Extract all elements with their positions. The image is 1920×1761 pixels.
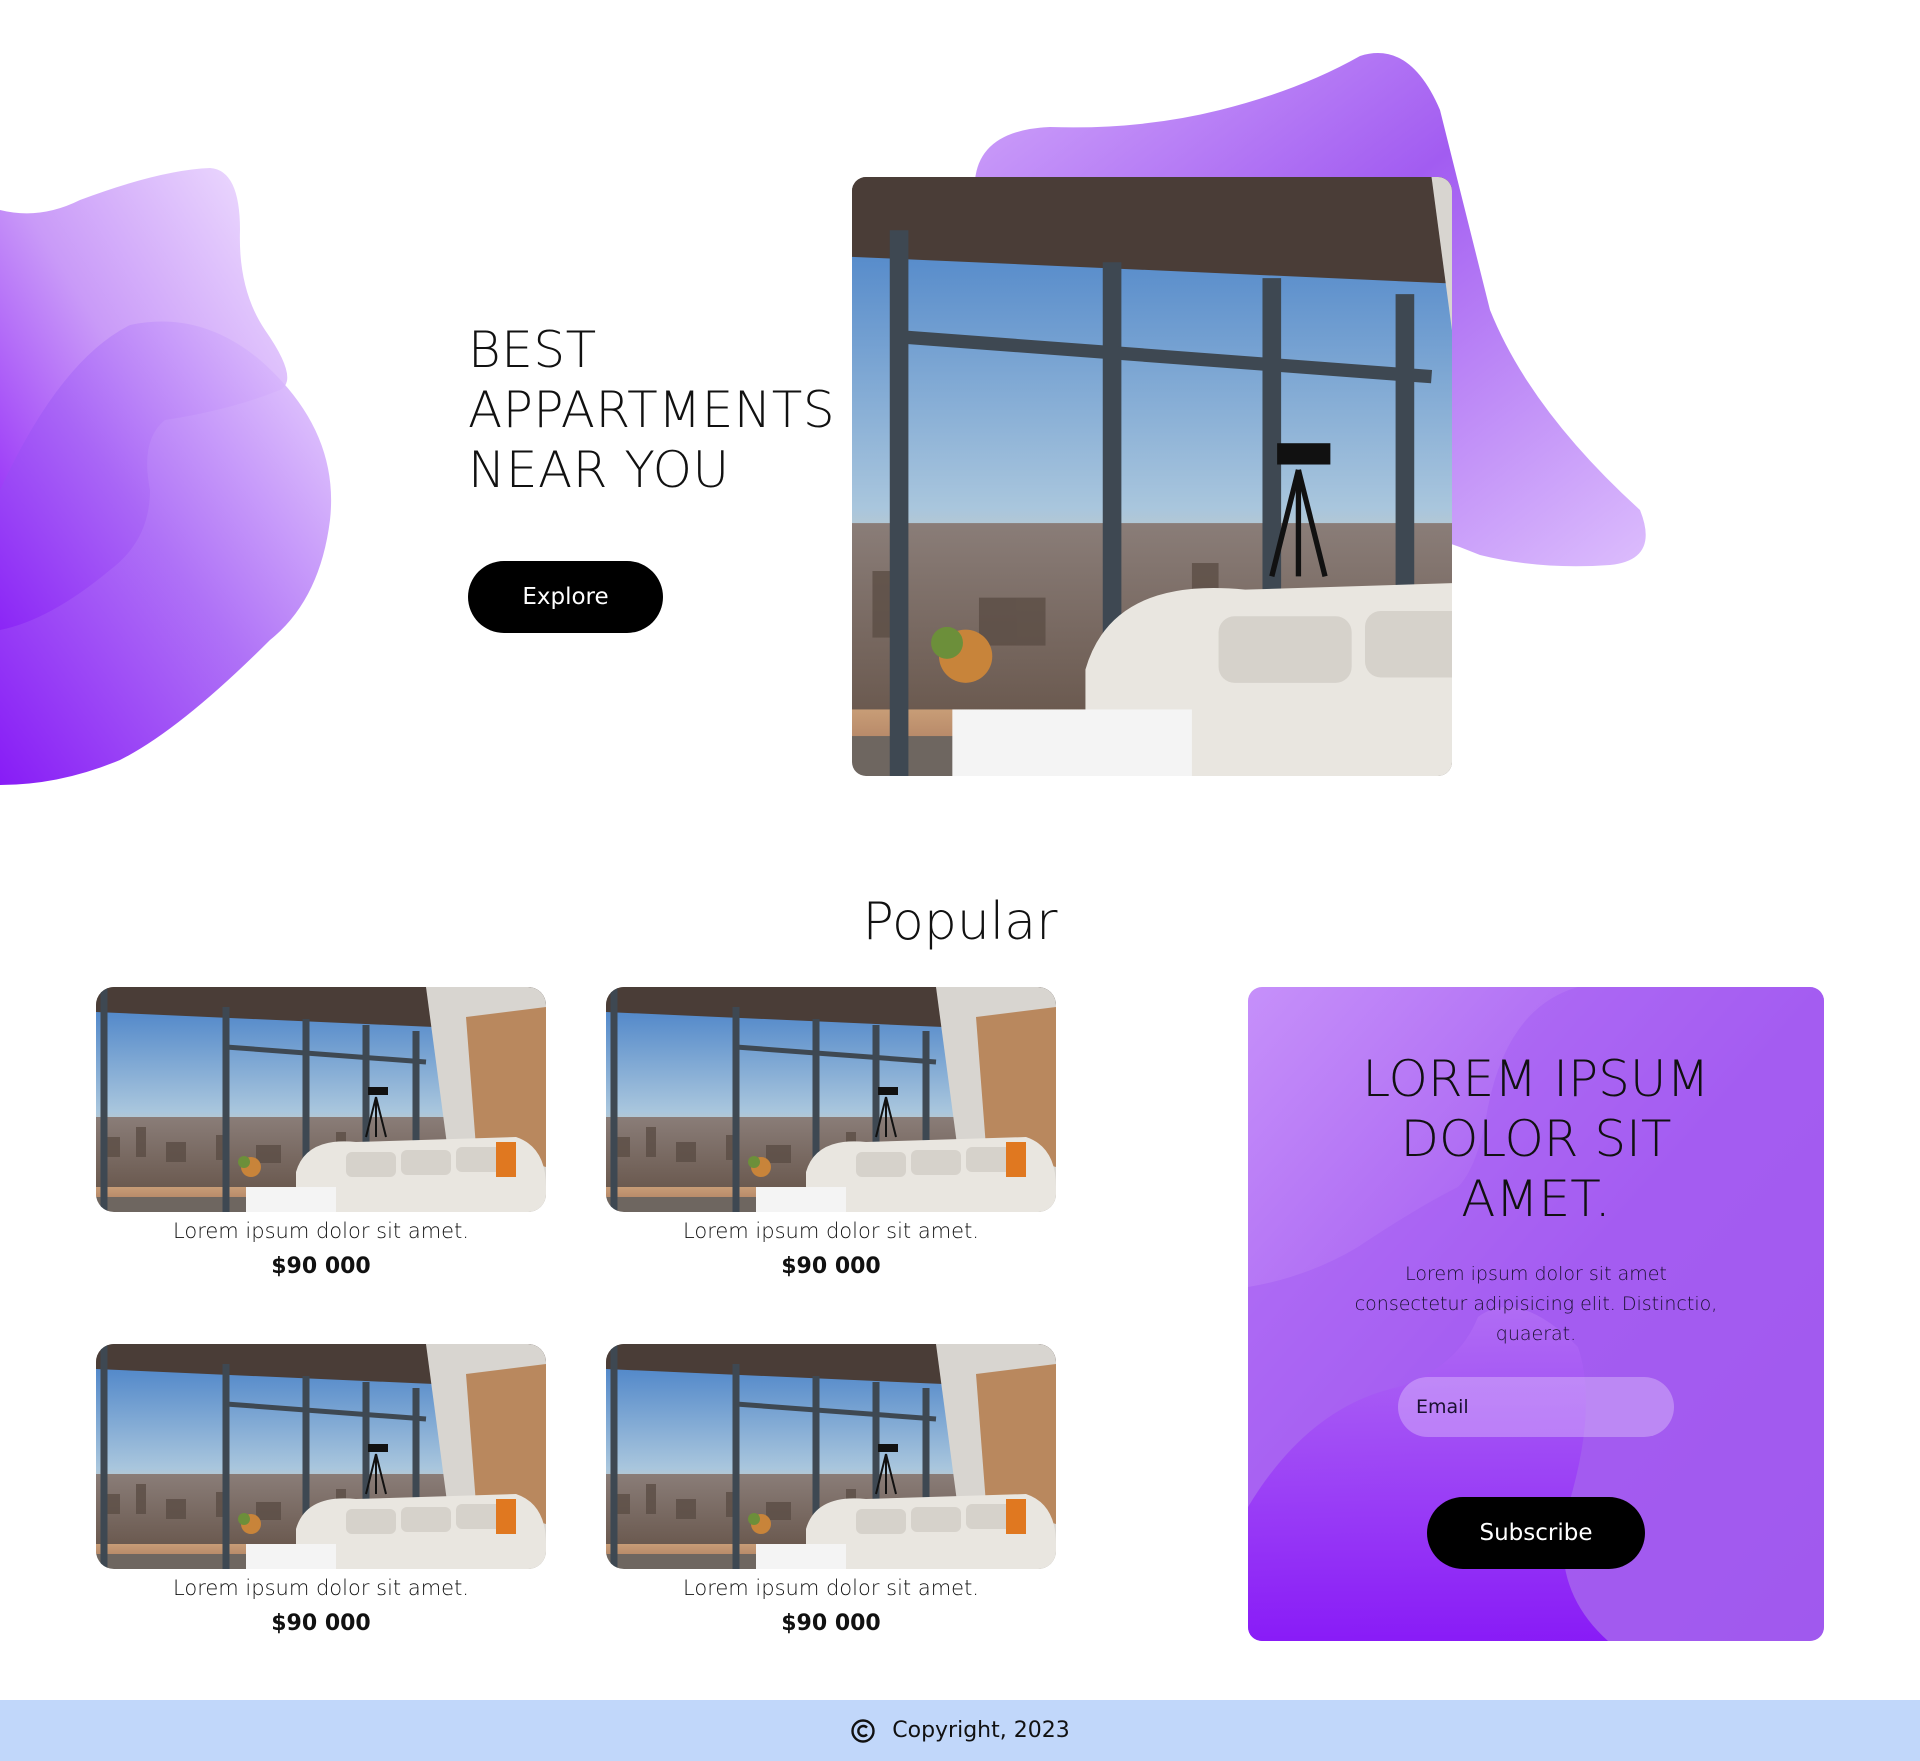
hero-title-line: BEST bbox=[468, 321, 597, 379]
explore-button[interactable]: Explore bbox=[468, 561, 663, 633]
listing-price: $90 000 bbox=[271, 1611, 371, 1636]
listing-card[interactable]: Lorem ipsum dolor sit amet. $90 000 bbox=[96, 1344, 546, 1637]
listing-price: $90 000 bbox=[271, 1254, 371, 1279]
subscribe-title-line: LOREM IPSUM bbox=[1362, 1050, 1710, 1108]
listing-card[interactable]: Lorem ipsum dolor sit amet. $90 000 bbox=[606, 987, 1056, 1280]
listing-image[interactable] bbox=[606, 987, 1056, 1212]
listing-image[interactable] bbox=[96, 1344, 546, 1569]
listing-name: Lorem ipsum dolor sit amet. bbox=[173, 1576, 469, 1600]
email-input[interactable] bbox=[1398, 1377, 1674, 1437]
subscribe-description: Lorem ipsum dolor sit amet consectetur a… bbox=[1354, 1263, 1718, 1345]
hero-title-line: APPARTMENTS bbox=[468, 381, 836, 439]
copyright-icon bbox=[851, 1718, 875, 1743]
decorative-blob-left bbox=[0, 160, 340, 790]
hero-title: BEST APPARTMENTS NEAR YOU bbox=[468, 320, 888, 500]
popular-section-title: Popular bbox=[862, 892, 1058, 952]
subscribe-panel: LOREM IPSUM DOLOR SIT AMET. Lorem ipsum … bbox=[1248, 987, 1824, 1641]
listing-name: Lorem ipsum dolor sit amet. bbox=[683, 1576, 979, 1600]
subscribe-title-line: AMET. bbox=[1461, 1170, 1611, 1228]
subscribe-title-line: DOLOR SIT bbox=[1400, 1110, 1672, 1168]
listing-card[interactable]: Lorem ipsum dolor sit amet. $90 000 bbox=[96, 987, 546, 1280]
subscribe-button[interactable]: Subscribe bbox=[1427, 1497, 1645, 1569]
listing-image[interactable] bbox=[606, 1344, 1056, 1569]
footer: Copyright, 2023 bbox=[0, 1700, 1920, 1761]
listing-price: $90 000 bbox=[781, 1254, 881, 1279]
hero-apartment-image bbox=[852, 177, 1452, 776]
copyright-text: Copyright, 2023 bbox=[892, 1718, 1070, 1743]
subscribe-title: LOREM IPSUM DOLOR SIT AMET. bbox=[1248, 1049, 1824, 1229]
listing-image[interactable] bbox=[96, 987, 546, 1212]
listing-card[interactable]: Lorem ipsum dolor sit amet. $90 000 bbox=[606, 1344, 1056, 1637]
listing-name: Lorem ipsum dolor sit amet. bbox=[173, 1219, 469, 1243]
hero-title-line: NEAR YOU bbox=[468, 441, 730, 499]
listing-name: Lorem ipsum dolor sit amet. bbox=[683, 1219, 979, 1243]
listing-price: $90 000 bbox=[781, 1611, 881, 1636]
